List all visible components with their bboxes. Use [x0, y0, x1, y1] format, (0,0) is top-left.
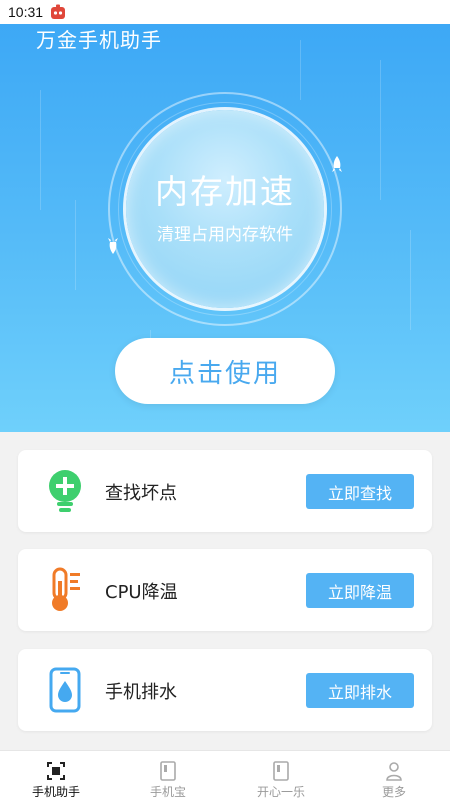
- scan-icon: [47, 762, 65, 780]
- tab-happy-fun[interactable]: 开心一乐: [225, 751, 337, 801]
- bulb-plus-icon: [49, 470, 81, 512]
- use-now-button[interactable]: 点击使用: [115, 338, 335, 404]
- memory-boost-circle[interactable]: 内存加速 清理占用内存软件: [126, 110, 324, 308]
- drain-now-button[interactable]: 立即排水: [306, 673, 414, 708]
- card-label: 查找坏点: [105, 483, 177, 504]
- rocket-icon: [108, 238, 118, 254]
- game-app-icon: [51, 4, 65, 19]
- circle-subtitle: 清理占用内存软件: [157, 225, 293, 245]
- tab-label: 手机助手: [31, 785, 80, 799]
- tab-more[interactable]: 更多: [338, 751, 450, 801]
- tab-label: 开心一乐: [256, 785, 305, 799]
- book-icon: [273, 761, 289, 781]
- card-phone-drain: 手机排水 立即排水: [18, 649, 432, 731]
- app-title: 万金手机助手: [36, 28, 162, 52]
- cool-now-button[interactable]: 立即降温: [306, 573, 414, 608]
- status-bar: 10:31: [0, 0, 450, 24]
- card-find-dead-pixel: 查找坏点 立即查找: [18, 450, 432, 532]
- person-icon: [386, 762, 402, 781]
- status-time: 10:31: [8, 4, 44, 20]
- tab-label: 更多: [381, 785, 406, 799]
- card-label: 手机排水: [105, 682, 177, 703]
- bottom-tab-bar: 手机助手 手机宝 开心一乐 更多: [0, 750, 450, 801]
- tab-label: 手机宝: [149, 785, 186, 799]
- circle-title: 内存加速: [155, 172, 295, 211]
- find-now-button[interactable]: 立即查找: [306, 474, 414, 509]
- card-cpu-cooling: CPU降温 立即降温: [18, 549, 432, 631]
- phone-water-drop-icon: [49, 667, 81, 713]
- rocket-icon: [332, 156, 342, 172]
- book-icon: [160, 761, 176, 781]
- thermometer-icon: [52, 567, 80, 611]
- card-label: CPU降温: [105, 582, 178, 603]
- tab-phone-assistant[interactable]: 手机助手: [0, 751, 112, 801]
- tab-phone-treasure[interactable]: 手机宝: [112, 751, 224, 801]
- hero-banner: 万金手机助手 内存加速 清理占用内存软件 点击使用: [0, 0, 450, 432]
